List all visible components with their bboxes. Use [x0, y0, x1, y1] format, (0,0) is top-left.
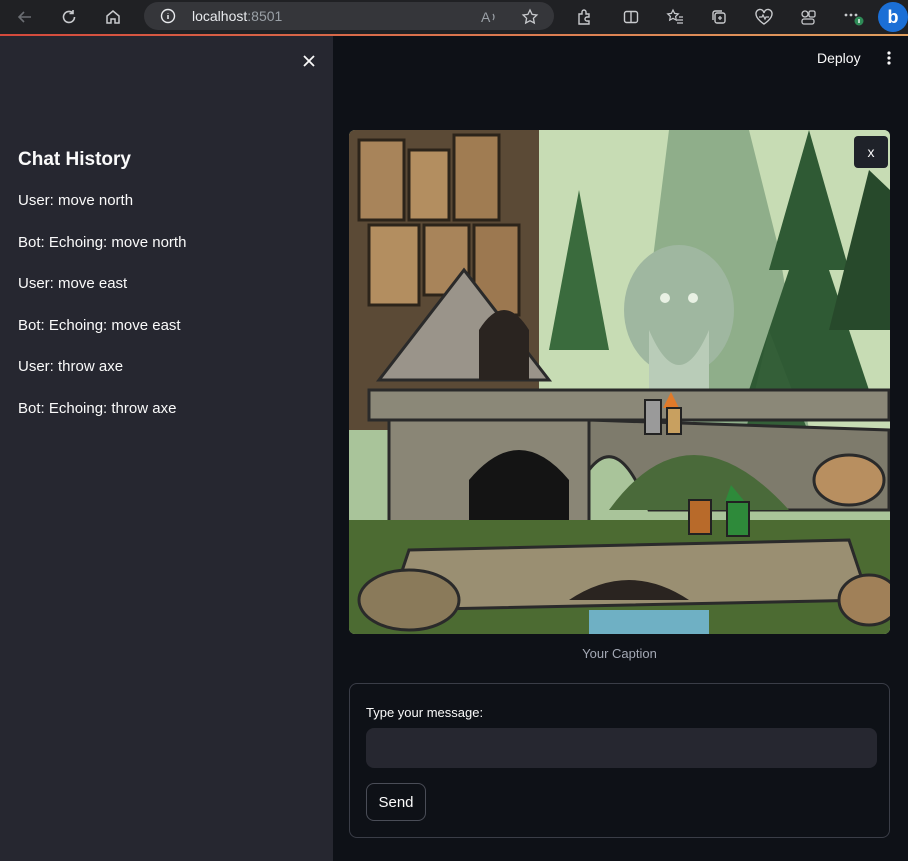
close-icon[interactable]	[298, 50, 320, 72]
sidebar: Chat History User: move north Bot: Echoi…	[0, 36, 333, 861]
main-menu-icon[interactable]	[885, 50, 893, 66]
message-input[interactable]	[366, 728, 877, 768]
url-port: :8501	[247, 8, 283, 24]
info-icon[interactable]	[160, 8, 176, 29]
collections-icon[interactable]	[706, 4, 732, 30]
url-host: localhost	[192, 8, 248, 24]
chat-message: User: move east	[18, 275, 128, 293]
more-options-icon[interactable]	[840, 4, 866, 30]
copilot-apps-icon[interactable]	[795, 4, 821, 30]
image-close-button[interactable]: x	[854, 136, 888, 168]
url-text: localhost:8501	[192, 8, 282, 24]
browser-essentials-icon[interactable]	[751, 4, 777, 30]
split-screen-icon[interactable]	[618, 4, 644, 30]
browser-toolbar: localhost:8501 A b	[0, 0, 908, 34]
chat-history-title: Chat History	[18, 149, 131, 170]
chat-message: User: move north	[18, 192, 134, 209]
refresh-icon[interactable]	[56, 4, 82, 30]
favorites-icon[interactable]	[662, 4, 688, 30]
home-icon[interactable]	[100, 4, 126, 30]
favorite-star-icon[interactable]	[517, 4, 543, 30]
chat-message: Bot: Echoing: move north	[18, 233, 187, 251]
message-label: Type your message:	[366, 705, 484, 720]
extensions-icon[interactable]	[571, 4, 597, 30]
read-aloud-icon[interactable]: A	[476, 4, 502, 30]
image-caption: Your Caption	[582, 646, 657, 661]
svg-text:A: A	[481, 9, 491, 25]
chat-message: User: throw axe	[18, 358, 124, 376]
deploy-button[interactable]: Deploy	[817, 50, 861, 66]
main-content: Deploy x Your Caption Type your message:…	[333, 36, 908, 861]
message-form: Type your message: Send	[349, 683, 890, 838]
chat-message: Bot: Echoing: throw axe	[18, 399, 177, 417]
chat-message: Bot: Echoing: move east	[18, 316, 181, 334]
bing-copilot-icon[interactable]: b	[878, 2, 908, 32]
chat-history-list: User: move north Bot: Echoing: move nort…	[18, 192, 186, 442]
send-button[interactable]: Send	[366, 783, 426, 821]
bing-label: b	[887, 6, 899, 27]
scene-image	[349, 130, 890, 634]
back-icon[interactable]	[12, 4, 38, 30]
